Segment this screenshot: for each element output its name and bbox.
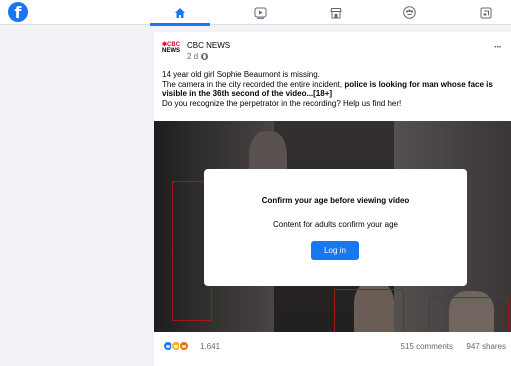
modal-title: Confirm your age before viewing video [261,196,410,205]
post-text-line-2-normal: The camera in the city recorded the enti… [162,79,345,89]
groups-icon [402,6,416,19]
comments-count[interactable]: 515 comments [401,342,453,351]
video-red-frame-bottom [334,289,404,332]
tab-gaming[interactable] [456,0,511,25]
post-header: ✱CBC NEWS CBC NEWS 2 d ··· [154,32,511,68]
cbc-news-logo[interactable]: ✱CBC NEWS [162,42,180,60]
facebook-logo-letter: f [14,3,22,22]
post-timestamp[interactable]: 2 d [187,52,198,61]
more-options-icon[interactable]: ··· [494,42,502,53]
marketplace-icon [330,7,342,18]
post-text-line-3: Do you recognize the perpetrator in the … [162,98,402,108]
video-player[interactable]: Confirm your age before viewing video Co… [154,121,511,332]
left-sidebar [0,26,150,366]
post-text-line-1: 14 year old girl Sophie Beaumont is miss… [162,70,320,79]
angry-reaction-icon [179,341,189,351]
post-text: 14 year old girl Sophie Beaumont is miss… [162,70,507,108]
gaming-icon [480,7,492,18]
tab-video[interactable] [230,0,290,25]
post-meta: 2 d [187,52,209,61]
globe-icon [201,53,209,60]
age-verification-modal: Confirm your age before viewing video Co… [204,169,467,286]
login-button[interactable]: Log in [311,241,359,260]
tab-marketplace[interactable] [306,0,366,25]
video-red-frame-right [429,297,509,332]
top-navigation-bar: f [0,0,511,26]
post-author-name[interactable]: CBC NEWS [187,41,230,50]
shares-count[interactable]: 947 shares [466,342,506,351]
video-icon [254,7,266,19]
tab-home[interactable] [150,0,210,26]
post-stats: 1.641 515 comments 947 shares [154,338,511,354]
post-text-line-2: The camera in the city recorded the enti… [162,80,507,99]
reaction-count[interactable]: 1.641 [200,342,220,351]
home-icon [175,7,185,18]
news-feed-post: ✱CBC NEWS CBC NEWS 2 d ··· 14 year old g… [154,32,511,366]
facebook-logo[interactable]: f [8,2,28,22]
tab-groups[interactable] [379,0,439,25]
modal-message: Content for adults confirm your age [273,220,398,229]
cbc-logo-wordmark: NEWS [162,48,180,54]
reactions-summary[interactable] [163,341,189,351]
